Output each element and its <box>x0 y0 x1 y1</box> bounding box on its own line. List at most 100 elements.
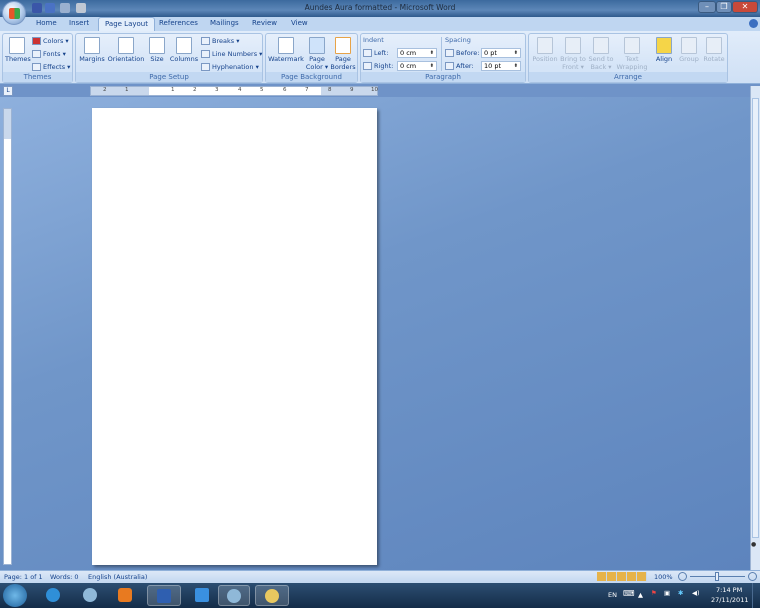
ruler-tick-label: 9 <box>350 87 354 93</box>
vertical-scrollbar[interactable]: ● <box>750 86 760 570</box>
breaks-button[interactable]: Breaks ▾ <box>201 37 239 45</box>
colors-button[interactable]: Colors ▾ <box>32 37 69 45</box>
vertical-ruler[interactable] <box>3 108 12 565</box>
after-label: After: <box>456 62 474 70</box>
effects-button[interactable]: Effects ▾ <box>32 63 70 71</box>
office-logo-icon <box>9 8 20 19</box>
safari-taskbar-button[interactable] <box>218 585 250 606</box>
start-button[interactable] <box>3 584 27 607</box>
indent-right-input[interactable]: 0 cm ⬍ <box>397 61 437 71</box>
zoom-in-icon[interactable] <box>748 572 757 581</box>
group-label: Themes <box>3 72 72 82</box>
show-hidden-icons[interactable]: ▲ <box>638 591 643 599</box>
tab-page-layout[interactable]: Page Layout <box>98 17 155 31</box>
page-count[interactable]: Page: 1 of 1 <box>4 573 43 581</box>
page-color-button[interactable]: Page Color ▾ <box>305 37 329 71</box>
spinner-icon[interactable]: ⬍ <box>430 62 434 70</box>
page-borders-button[interactable]: Page Borders <box>330 37 356 71</box>
themes-group: Themes Colors ▾ Fonts ▾ Effects ▾ Themes <box>2 33 73 83</box>
undo-icon[interactable] <box>45 3 55 13</box>
restore-button[interactable]: ❐ <box>716 1 732 13</box>
watermark-icon <box>278 37 294 54</box>
close-button[interactable]: ✕ <box>732 1 758 13</box>
scroll-thumb[interactable] <box>752 98 759 538</box>
horizontal-ruler[interactable]: 2 1 1 2 3 4 5 6 7 8 9 10 <box>90 86 378 96</box>
fonts-icon <box>32 50 41 58</box>
spinner-icon[interactable]: ⬍ <box>514 49 518 57</box>
action-center-icon[interactable]: ⚑ <box>651 589 657 597</box>
print-icon[interactable] <box>76 3 86 13</box>
tab-selector-button[interactable]: L <box>3 86 13 96</box>
columns-button[interactable]: Columns <box>169 37 199 63</box>
effects-label: Effects ▾ <box>43 63 71 71</box>
clock-date[interactable]: 27/11/2011 <box>711 596 748 604</box>
tab-home[interactable]: Home <box>30 17 63 31</box>
indent-left-input[interactable]: 0 cm ⬍ <box>397 48 437 58</box>
network-icon[interactable]: ▣ <box>664 589 670 597</box>
themes-button[interactable]: Themes <box>5 37 31 63</box>
margins-button[interactable]: Margins <box>78 37 106 63</box>
clock-time[interactable]: 7:14 PM <box>716 586 742 594</box>
align-button[interactable]: Align <box>651 37 677 63</box>
zoom-level[interactable]: 100% <box>654 573 673 581</box>
view-buttons[interactable] <box>597 572 647 581</box>
safari-icon[interactable] <box>75 585 105 606</box>
orientation-button[interactable]: Orientation <box>107 37 145 63</box>
show-desktop-button[interactable] <box>752 583 760 608</box>
language-indicator[interactable]: EN <box>608 591 617 599</box>
group-icon <box>681 37 697 54</box>
tab-mailings[interactable]: Mailings <box>204 17 245 31</box>
tab-references[interactable]: References <box>153 17 204 31</box>
bluetooth-icon[interactable]: ✱ <box>678 589 683 597</box>
spinner-icon[interactable]: ⬍ <box>514 62 518 70</box>
watermark-button[interactable]: Watermark <box>268 37 304 63</box>
ruler-tick-label: 7 <box>305 87 309 93</box>
spacing-after-input[interactable]: 10 pt ⬍ <box>481 61 521 71</box>
size-button[interactable]: Size <box>147 37 167 63</box>
ruler-tick-label: 2 <box>193 87 197 93</box>
rotate-icon <box>706 37 722 54</box>
tab-insert[interactable]: Insert <box>63 17 95 31</box>
send-to-back-button[interactable]: Send to Back ▾ <box>587 37 615 71</box>
orientation-icon <box>118 37 134 54</box>
colors-icon <box>32 37 41 45</box>
group-button[interactable]: Group <box>677 37 701 63</box>
bring-to-front-button[interactable]: Bring to Front ▾ <box>559 37 587 71</box>
keyboard-icon[interactable]: ⌨ <box>623 589 635 598</box>
rotate-button[interactable]: Rotate <box>701 37 727 63</box>
save-icon[interactable] <box>32 3 42 13</box>
indent-right-value: 0 cm <box>400 62 417 70</box>
volume-icon[interactable]: ◀) <box>692 589 700 597</box>
paint-taskbar-button[interactable] <box>255 585 289 606</box>
hyphenation-button[interactable]: Hyphenation ▾ <box>201 63 259 71</box>
office-button[interactable] <box>2 1 26 25</box>
indent-right-icon <box>363 62 372 70</box>
browse-object-icon[interactable]: ● <box>751 541 756 548</box>
media-player-icon[interactable] <box>110 585 140 606</box>
position-button[interactable]: Position <box>531 37 559 63</box>
indent-right-label: Right: <box>363 62 393 70</box>
fonts-button[interactable]: Fonts ▾ <box>32 50 66 58</box>
spacing-before-input[interactable]: 0 pt ⬍ <box>481 48 521 58</box>
tab-review[interactable]: Review <box>246 17 283 31</box>
document-page[interactable] <box>92 108 377 565</box>
language[interactable]: English (Australia) <box>88 573 147 581</box>
redo-icon[interactable] <box>60 3 70 13</box>
word-count[interactable]: Words: 0 <box>50 573 79 581</box>
help-icon[interactable] <box>749 19 758 28</box>
indent-left-icon <box>363 49 372 57</box>
tab-view[interactable]: View <box>285 17 314 31</box>
dropbox-icon[interactable] <box>187 585 217 606</box>
line-numbers-button[interactable]: Line Numbers ▾ <box>201 50 262 58</box>
breaks-icon <box>201 37 210 45</box>
word-taskbar-button[interactable] <box>147 585 181 606</box>
spinner-icon[interactable]: ⬍ <box>430 49 434 57</box>
zoom-out-icon[interactable] <box>678 572 687 581</box>
group-label: Page Background <box>266 72 357 82</box>
ruler-tick-label: 5 <box>260 87 264 93</box>
zoom-slider-thumb[interactable] <box>715 572 719 581</box>
ruler-tick-label: 3 <box>215 87 219 93</box>
window-title: Aundes Aura formatted - Microsoft Word <box>304 3 456 12</box>
internet-explorer-icon[interactable] <box>38 585 68 606</box>
minimize-button[interactable]: – <box>698 1 716 13</box>
